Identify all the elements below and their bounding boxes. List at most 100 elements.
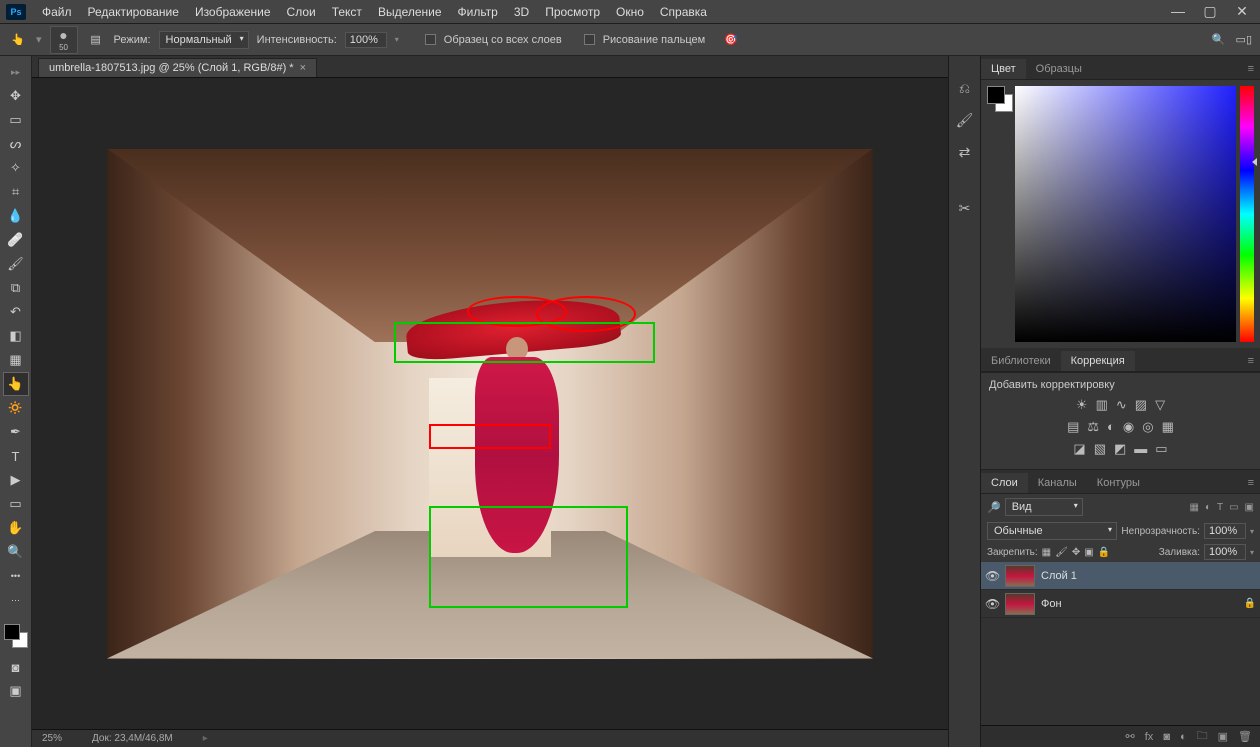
window-minimize[interactable]: — <box>1166 3 1190 20</box>
tab-libraries[interactable]: Библиотеки <box>981 351 1061 371</box>
adj-lookup-icon[interactable]: ▦ <box>1162 419 1174 435</box>
history-panel-icon[interactable]: ⎌ <box>956 80 974 98</box>
menu-filter[interactable]: Фильтр <box>450 5 506 19</box>
menu-help[interactable]: Справка <box>652 5 715 19</box>
lock-all-icon[interactable]: 🔒 <box>1098 547 1110 558</box>
history-brush-tool[interactable]: ↶ <box>4 301 28 323</box>
layer-row[interactable]: 👁 Слой 1 <box>981 562 1260 590</box>
lock-artboard-icon[interactable]: ▣ <box>1084 547 1093 558</box>
menu-window[interactable]: Окно <box>608 5 652 19</box>
zoom-tool[interactable]: 🔍 <box>4 541 28 563</box>
layer-thumbnail[interactable] <box>1005 565 1035 587</box>
brush-tool[interactable]: 🖌 <box>4 253 28 275</box>
new-adjustment-icon[interactable]: ◐ <box>1180 731 1187 743</box>
filter-smart-icon[interactable]: ▣ <box>1245 502 1254 513</box>
marquee-tool[interactable]: ▭ <box>4 109 28 131</box>
path-selection-tool[interactable]: ▶ <box>4 469 28 491</box>
filter-type-icon[interactable]: T <box>1217 502 1223 513</box>
lock-pixels-icon[interactable]: ▦ <box>1042 547 1051 558</box>
lock-position-icon[interactable]: ✥ <box>1072 547 1080 558</box>
window-close[interactable]: ✕ <box>1230 3 1254 20</box>
link-layers-icon[interactable]: ⚯ <box>1126 730 1135 743</box>
hue-slider[interactable] <box>1240 86 1254 342</box>
brush-panel-toggle[interactable]: ▤ <box>86 30 106 50</box>
foreground-background-colors[interactable] <box>4 624 28 648</box>
actions-panel-icon[interactable]: ✂ <box>956 200 974 218</box>
gradient-tool[interactable]: ▦ <box>4 349 28 371</box>
menu-view[interactable]: Просмотр <box>537 5 608 19</box>
layer-row[interactable]: 👁 Фон 🔒 <box>981 590 1260 618</box>
menu-file[interactable]: Файл <box>34 5 80 19</box>
lasso-tool[interactable]: ᔕ <box>4 133 28 155</box>
adj-gradient-map-icon[interactable]: ▬ <box>1134 441 1147 457</box>
adj-photo-filter-icon[interactable]: ◉ <box>1123 419 1134 435</box>
clone-stamp-tool[interactable]: ⧉ <box>4 277 28 299</box>
filter-shape-icon[interactable]: ▭ <box>1229 502 1238 513</box>
type-tool[interactable]: T <box>4 445 28 467</box>
intensity-input[interactable]: 100% <box>345 32 387 48</box>
filter-adjust-icon[interactable]: ◐ <box>1205 502 1211 513</box>
lock-brush-icon[interactable]: 🖌 <box>1055 547 1068 558</box>
tab-adjustments[interactable]: Коррекция <box>1061 351 1135 371</box>
opacity-input[interactable]: 100% <box>1204 523 1246 539</box>
magic-wand-tool[interactable]: ✧ <box>4 157 28 179</box>
shape-tool[interactable]: ▭ <box>4 493 28 515</box>
adj-threshold-icon[interactable]: ◩ <box>1114 441 1126 457</box>
document-tab[interactable]: umbrella-1807513.jpg @ 25% (Слой 1, RGB/… <box>38 58 317 77</box>
layer-filter-type[interactable]: Вид <box>1005 498 1083 516</box>
tab-paths[interactable]: Контуры <box>1087 473 1150 493</box>
adj-invert-icon[interactable]: ◪ <box>1073 441 1085 457</box>
menu-text[interactable]: Текст <box>324 5 370 19</box>
color-fg-bg-swatch[interactable] <box>987 86 1011 342</box>
menu-edit[interactable]: Редактирование <box>80 5 187 19</box>
layer-thumbnail[interactable] <box>1005 593 1035 615</box>
quick-mask-toggle[interactable]: ◙ <box>4 656 28 678</box>
visibility-toggle-icon[interactable]: 👁 <box>985 569 999 583</box>
menu-image[interactable]: Изображение <box>187 5 279 19</box>
layer-mask-icon[interactable]: ◙ <box>1163 731 1170 743</box>
workspace-switcher[interactable]: ▭▯ <box>1236 33 1252 46</box>
search-icon[interactable]: 🔍 <box>1212 33 1226 46</box>
adj-exposure-icon[interactable]: ▨ <box>1135 397 1147 413</box>
panel-menu-icon[interactable]: ≡ <box>1242 351 1260 371</box>
visibility-toggle-icon[interactable]: 👁 <box>985 597 999 611</box>
window-maximize[interactable]: ▢ <box>1198 3 1222 20</box>
layer-name[interactable]: Слой 1 <box>1041 570 1077 582</box>
new-group-icon[interactable]: 🗀 <box>1197 727 1208 746</box>
panel-menu-icon[interactable]: ≡ <box>1242 473 1260 493</box>
pressure-icon[interactable]: 🎯 <box>721 30 741 50</box>
smudge-tool[interactable]: 👆 <box>4 373 28 395</box>
zoom-level[interactable]: 25% <box>42 733 62 744</box>
crop-tool[interactable]: ⌗ <box>4 181 28 203</box>
dodge-tool[interactable]: 🔅 <box>4 397 28 419</box>
tab-color[interactable]: Цвет <box>981 59 1026 79</box>
adj-brightness-icon[interactable]: ☀ <box>1076 397 1088 413</box>
finger-paint-checkbox[interactable] <box>584 34 595 45</box>
adj-levels-icon[interactable]: ▥ <box>1096 397 1108 413</box>
eraser-tool[interactable]: ◧ <box>4 325 28 347</box>
adj-channel-mixer-icon[interactable]: ◎ <box>1142 419 1153 435</box>
menu-layers[interactable]: Слои <box>279 5 324 19</box>
sample-all-layers-checkbox[interactable] <box>425 34 436 45</box>
adj-curves-icon[interactable]: ∿ <box>1116 397 1127 413</box>
adj-hue-icon[interactable]: ▤ <box>1067 419 1079 435</box>
adj-selective-icon[interactable]: ▭ <box>1155 441 1167 457</box>
adj-posterize-icon[interactable]: ▧ <box>1094 441 1106 457</box>
color-field[interactable] <box>1015 86 1236 342</box>
eyedropper-tool[interactable]: 💧 <box>4 205 28 227</box>
doc-size-info[interactable]: Док: 23,4M/46,8M <box>92 733 173 744</box>
hand-tool[interactable]: ✋ <box>4 517 28 539</box>
close-document-icon[interactable]: × <box>300 62 306 74</box>
adj-bw-icon[interactable]: ◐ <box>1107 419 1115 435</box>
tab-layers[interactable]: Слои <box>981 473 1028 493</box>
screen-mode-toggle[interactable]: ▣ <box>4 680 28 702</box>
layer-name[interactable]: Фон <box>1041 598 1062 610</box>
new-layer-icon[interactable]: ▣ <box>1218 730 1228 743</box>
adj-vibrance-icon[interactable]: ▽ <box>1155 397 1165 413</box>
layer-blend-mode[interactable]: Обычные <box>987 522 1117 540</box>
filter-pixel-icon[interactable]: ▦ <box>1189 502 1198 513</box>
delete-layer-icon[interactable]: 🗑 <box>1238 730 1252 743</box>
brushes-panel-icon[interactable]: 🖌 <box>956 112 974 130</box>
adj-balance-icon[interactable]: ⚖ <box>1087 419 1099 435</box>
current-tool-icon[interactable]: 👆 <box>8 30 28 50</box>
